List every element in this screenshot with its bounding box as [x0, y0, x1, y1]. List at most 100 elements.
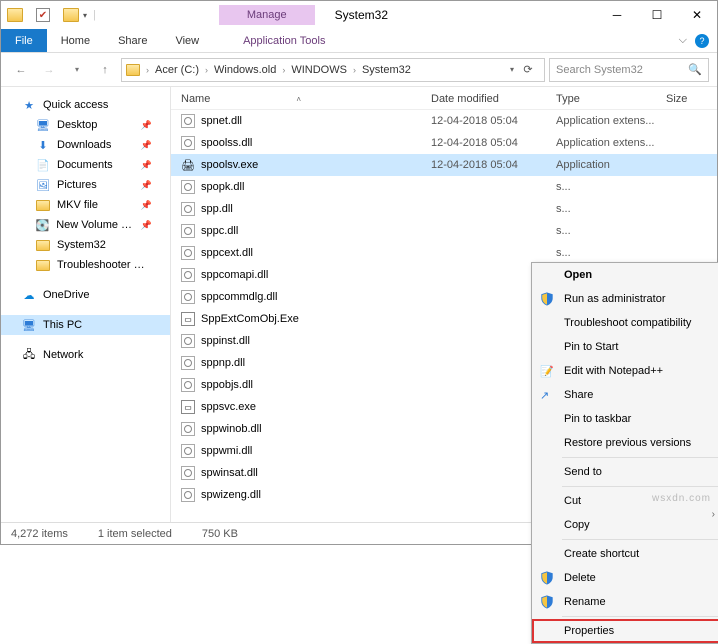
file-row[interactable]: 🖨spoolsv.exe12-04-2018 05:04Application — [171, 154, 717, 176]
dll-icon — [181, 290, 195, 304]
ctx-create-shortcut[interactable]: Create shortcut — [532, 542, 718, 566]
search-icon: 🔍 — [688, 63, 702, 76]
dll-icon — [181, 466, 195, 480]
file-row[interactable]: spopk.dlls... — [171, 176, 717, 198]
ctx-send-to[interactable]: Send to› — [532, 460, 718, 484]
file-row[interactable]: spp.dlls... — [171, 198, 717, 220]
application-tools-tab[interactable]: Application Tools — [229, 31, 339, 51]
pin-icon: 📌 — [141, 120, 164, 131]
recent-locations-button[interactable]: ▾ — [65, 58, 89, 82]
exe-icon: ▭ — [181, 312, 195, 326]
network-root[interactable]: 🖧 Network — [1, 345, 170, 365]
documents-icon: 📄 — [35, 158, 51, 172]
ribbon-expand-icon[interactable]: ⌵ — [679, 34, 687, 47]
search-placeholder: Search System32 — [556, 64, 643, 76]
qat-dropdown-icon[interactable]: ▾ — [83, 11, 87, 20]
contextual-tab-group: Manage — [219, 5, 315, 25]
back-button[interactable]: ← — [9, 58, 33, 82]
new-folder-qat-icon[interactable] — [63, 8, 79, 22]
navigation-pane: ★ Quick access 🖥Desktop📌⬇Downloads📌📄Docu… — [1, 87, 171, 522]
crumb-3[interactable]: System32 — [362, 64, 411, 76]
selection-count: 1 item selected — [98, 528, 172, 540]
up-button[interactable]: ↑ — [93, 58, 117, 82]
file-row[interactable]: spoolss.dll12-04-2018 05:04Application e… — [171, 132, 717, 154]
sidebar-item[interactable]: ⬇Downloads📌 — [1, 135, 170, 155]
view-tab[interactable]: View — [161, 31, 213, 51]
dll-icon — [181, 444, 195, 458]
sidebar-item[interactable]: Troubleshooter Wor — [1, 255, 170, 275]
ctx-edit-notepadpp[interactable]: 📝 Edit with Notepad++ — [532, 359, 718, 383]
crumb-2[interactable]: WINDOWS — [291, 64, 347, 76]
refresh-icon[interactable]: ⟳ — [516, 63, 540, 76]
file-list-pane: Name ˄ Date modified Type Size spnet.dll… — [171, 87, 717, 522]
maximize-button[interactable]: ☐ — [637, 1, 677, 29]
context-menu: Open Run as administrator Troubleshoot c… — [531, 262, 718, 644]
sidebar-item[interactable]: 🖼Pictures📌 — [1, 175, 170, 195]
ctx-open[interactable]: Open — [532, 263, 718, 287]
dll-icon — [181, 224, 195, 238]
minimize-button[interactable]: ─ — [597, 1, 637, 29]
dll-icon — [181, 422, 195, 436]
pc-icon: 🖥 — [21, 318, 37, 332]
file-row[interactable]: sppc.dlls... — [171, 220, 717, 242]
col-name[interactable]: Name — [181, 93, 210, 105]
title-bar: ✔ ▾ | Manage System32 ─ ☐ ✕ — [1, 1, 717, 29]
home-tab[interactable]: Home — [47, 31, 104, 51]
breadcrumb[interactable]: › Acer (C:)› Windows.old› WINDOWS› Syste… — [121, 58, 545, 82]
printer-icon: 🖨 — [181, 159, 195, 172]
pictures-icon: 🖼 — [35, 178, 51, 192]
properties-qat-icon[interactable]: ✔ — [36, 8, 50, 22]
sidebar-item[interactable]: System32 — [1, 235, 170, 255]
file-row[interactable]: sppcext.dlls... — [171, 242, 717, 264]
quick-access-root[interactable]: ★ Quick access — [1, 95, 170, 115]
exe-icon: ▭ — [181, 400, 195, 414]
ctx-delete[interactable]: Delete — [532, 566, 718, 590]
shield-icon — [540, 571, 554, 585]
column-headers[interactable]: Name ˄ Date modified Type Size — [171, 87, 717, 110]
crumb-1[interactable]: Windows.old — [214, 64, 276, 76]
star-icon: ★ — [21, 98, 37, 112]
ctx-copy[interactable]: Copy — [532, 513, 718, 537]
sidebar-item[interactable]: 🖥Desktop📌 — [1, 115, 170, 135]
ctx-properties[interactable]: Properties — [532, 619, 718, 643]
address-bar: ← → ▾ ↑ › Acer (C:)› Windows.old› WINDOW… — [1, 53, 717, 87]
ctx-share[interactable]: ↗ Share — [532, 383, 718, 407]
this-pc-root[interactable]: 🖥 This PC — [1, 315, 170, 335]
ctx-pin-taskbar[interactable]: Pin to taskbar — [532, 407, 718, 431]
ctx-rename[interactable]: Rename — [532, 590, 718, 614]
sidebar-item[interactable]: 💽New Volume (E:)📌 — [1, 215, 170, 235]
drive-icon: 💽 — [35, 218, 50, 232]
file-row[interactable]: spnet.dll12-04-2018 05:04Application ext… — [171, 110, 717, 132]
dll-icon — [181, 356, 195, 370]
ctx-restore-versions[interactable]: Restore previous versions — [532, 431, 718, 455]
sidebar-item[interactable]: 📄Documents📌 — [1, 155, 170, 175]
dll-icon — [181, 202, 195, 216]
watermark: wsxdn.com — [652, 493, 711, 504]
share-icon: ↗ — [540, 389, 549, 402]
help-icon[interactable]: ? — [695, 34, 709, 48]
pin-icon: 📌 — [141, 200, 164, 211]
file-tab[interactable]: File — [1, 29, 47, 52]
ctx-troubleshoot[interactable]: Troubleshoot compatibility — [532, 311, 718, 335]
network-icon: 🖧 — [21, 348, 37, 362]
forward-button[interactable]: → — [37, 58, 61, 82]
ctx-run-as-admin[interactable]: Run as administrator — [532, 287, 718, 311]
horizontal-scroll-right-icon[interactable]: › — [712, 509, 715, 520]
col-date[interactable]: Date modified — [431, 93, 556, 105]
dll-icon — [181, 378, 195, 392]
notepadpp-icon: 📝 — [540, 365, 554, 378]
share-tab[interactable]: Share — [104, 31, 161, 51]
sidebar-item[interactable]: MKV file📌 — [1, 195, 170, 215]
search-input[interactable]: Search System32 🔍 — [549, 58, 709, 82]
col-size[interactable]: Size — [666, 93, 687, 105]
dll-icon — [181, 246, 195, 260]
col-type[interactable]: Type — [556, 93, 666, 105]
folder-icon — [35, 258, 51, 272]
crumb-0[interactable]: Acer (C:) — [155, 64, 199, 76]
onedrive-root[interactable]: ☁ OneDrive — [1, 285, 170, 305]
downloads-icon: ⬇ — [35, 138, 51, 152]
ctx-pin-start[interactable]: Pin to Start — [532, 335, 718, 359]
close-button[interactable]: ✕ — [677, 1, 717, 29]
selection-size: 750 KB — [202, 528, 238, 540]
pin-icon: 📌 — [141, 140, 164, 151]
